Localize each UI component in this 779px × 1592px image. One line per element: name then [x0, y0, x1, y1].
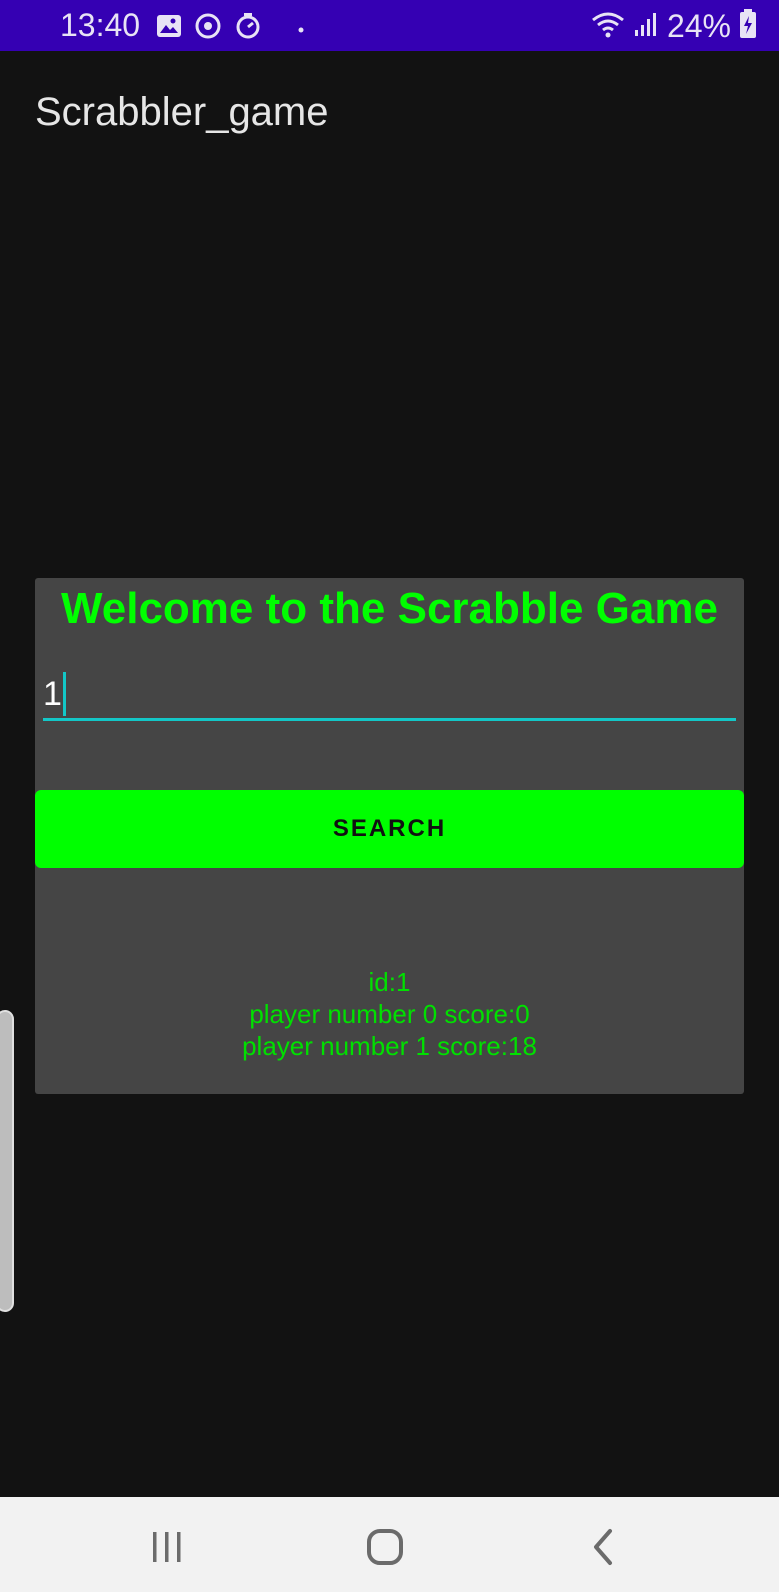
edge-panel-handle[interactable]: [0, 1010, 14, 1312]
search-button[interactable]: SEARCH: [35, 790, 744, 868]
battery-percent: 24%: [666, 8, 731, 44]
navigation-bar: [0, 1497, 779, 1592]
status-time: 13:40: [60, 7, 141, 43]
result-player1-line: player number 1 score:18: [242, 1031, 537, 1061]
status-bar: 13:40 24%: [0, 0, 779, 51]
app-title: Scrabbler_game: [35, 90, 329, 134]
dot-icon: [298, 20, 304, 38]
image-icon: [156, 14, 182, 43]
game-id-input-value[interactable]: 1: [43, 675, 62, 714]
home-icon[interactable]: [362, 1527, 408, 1567]
welcome-heading: Welcome to the Scrabble Game: [61, 584, 718, 633]
result-player0-line: player number 0 score:0: [249, 999, 530, 1029]
signal-icon: [633, 10, 659, 43]
result-id-line: id:1: [368, 967, 411, 997]
text-cursor: [63, 672, 66, 716]
status-icons-right: 24%: [591, 8, 757, 45]
timer-icon: [234, 12, 262, 45]
search-card: Welcome to the Scrabble Game 1 SEARCH id…: [35, 578, 744, 1094]
results-text: id:1 player number 0 score:0 player numb…: [35, 966, 744, 1062]
back-icon[interactable]: [580, 1527, 626, 1567]
recent-apps-icon[interactable]: [144, 1527, 190, 1567]
sync-icon: [194, 12, 222, 45]
battery-charging-icon: [739, 9, 757, 44]
wifi-icon: [591, 10, 625, 43]
game-id-input[interactable]: 1: [43, 672, 736, 721]
status-icons-left: [156, 12, 304, 45]
